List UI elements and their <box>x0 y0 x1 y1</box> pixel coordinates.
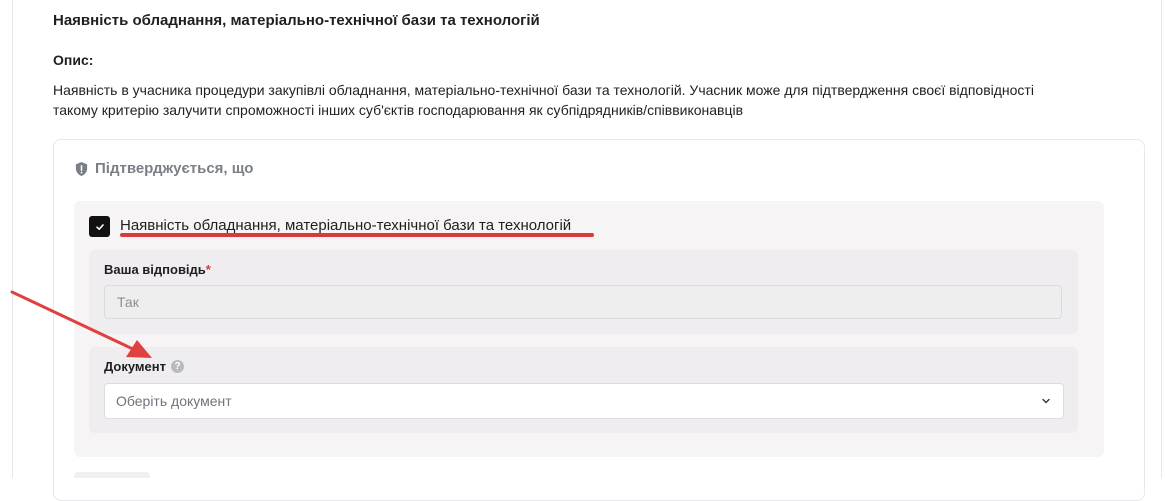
answer-label: Ваша відповідь* <box>104 262 211 277</box>
annotation-underline <box>120 233 594 237</box>
document-select-placeholder: Оберіть документ <box>116 393 232 409</box>
description-line-1: Наявність в учасника процедури закупівлі… <box>53 82 1034 98</box>
requirement-title: Наявність обладнання, матеріально-техніч… <box>120 217 572 234</box>
description-line-2: такому критерію залучити спроможності ін… <box>53 102 744 118</box>
check-icon <box>95 223 104 230</box>
required-mark: * <box>205 262 211 277</box>
description-label: Опис: <box>53 52 94 68</box>
section-title: Наявність обладнання, матеріально-техніч… <box>53 12 540 29</box>
help-icon[interactable]: ? <box>171 360 184 373</box>
shield-alert-icon <box>75 161 88 176</box>
document-select[interactable]: Оберіть документ <box>104 383 1064 419</box>
description-text: Наявність в учасника процедури закупівлі… <box>53 80 1133 120</box>
document-label-text: Документ <box>104 359 166 374</box>
requirement-checkbox[interactable] <box>89 216 110 237</box>
chevron-down-icon <box>1042 398 1050 404</box>
answer-label-text: Ваша відповідь <box>104 262 206 277</box>
next-block-stub <box>74 472 150 478</box>
confirmation-header: Підтверджується, що <box>74 160 253 177</box>
answer-input[interactable]: Так <box>104 285 1062 319</box>
confirmation-header-label: Підтверджується, що <box>95 160 254 177</box>
document-label: Документ ? <box>104 359 184 374</box>
